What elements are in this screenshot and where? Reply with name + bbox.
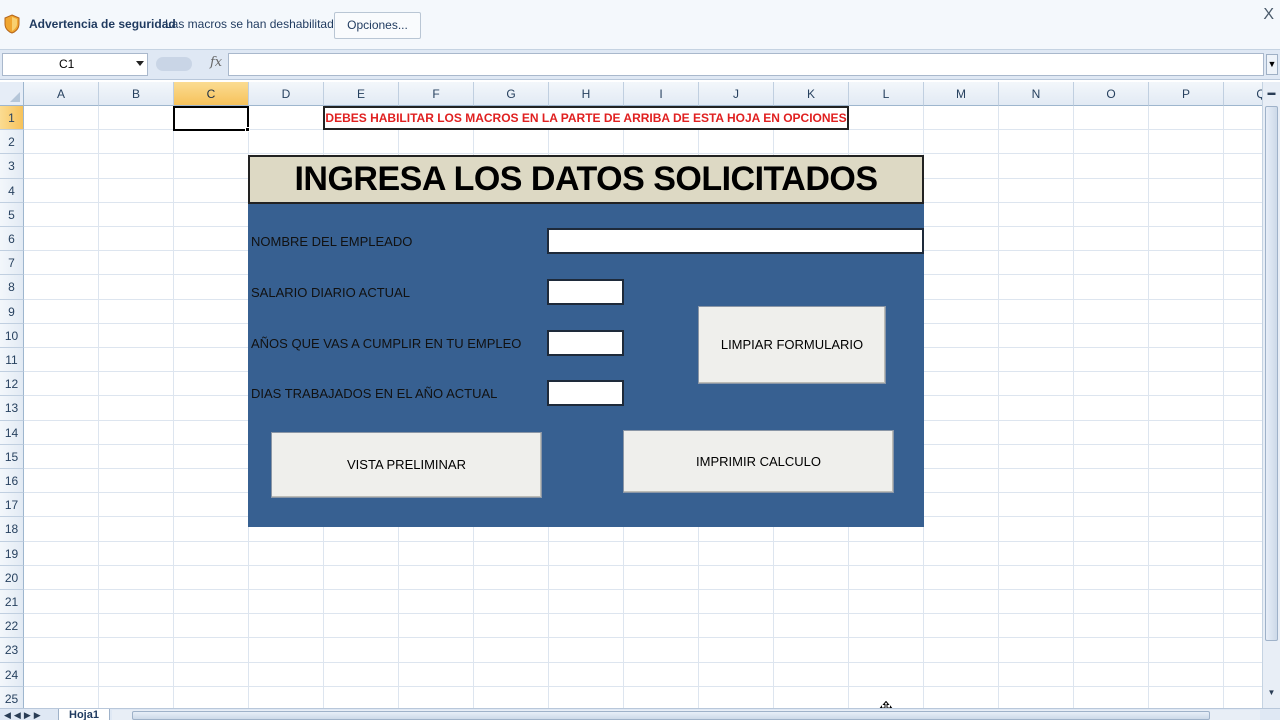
column-header-g[interactable]: G (474, 82, 549, 106)
column-header-l[interactable]: L (849, 82, 924, 106)
row-header-1[interactable]: 1 (0, 106, 24, 131)
row-header-15[interactable]: 15 (0, 444, 24, 469)
row-header-24[interactable]: 24 (0, 662, 24, 687)
column-header-f[interactable]: F (399, 82, 474, 106)
scroll-down-icon[interactable]: ▼ (1265, 686, 1278, 700)
formula-controls: fx (150, 53, 228, 76)
row-header-14[interactable]: 14 (0, 420, 24, 445)
row-header-18[interactable]: 18 (0, 517, 24, 542)
column-header-q[interactable]: Q (1224, 82, 1262, 106)
column-gridline (1223, 106, 1224, 710)
years-label: AÑOS QUE VAS A CUMPLIR EN TU EMPLEO (251, 336, 522, 351)
options-button[interactable]: Opciones... (334, 12, 421, 39)
shield-warning-icon (4, 14, 20, 34)
column-gridline (1073, 106, 1074, 710)
formula-bar: C1 fx ▼ (0, 50, 1280, 80)
row-header-5[interactable]: 5 (0, 202, 24, 227)
column-gridline (1148, 106, 1149, 710)
formula-input[interactable] (228, 53, 1264, 76)
row-gridline (24, 540, 1262, 542)
column-header-m[interactable]: M (924, 82, 999, 106)
close-icon[interactable]: X (1263, 6, 1274, 24)
days-worked-label: DIAS TRABAJADOS EN EL AÑO ACTUAL (251, 386, 498, 401)
row-header-12[interactable]: 12 (0, 372, 24, 397)
form-title: INGRESA LOS DATOS SOLICITADOS (248, 155, 924, 204)
row-header-8[interactable]: 8 (0, 275, 24, 300)
split-box-icon[interactable]: ▬ (1265, 86, 1278, 100)
row-header-22[interactable]: 22 (0, 614, 24, 639)
vertical-scroll-thumb[interactable] (1265, 106, 1278, 641)
daily-salary-label: SALARIO DIARIO ACTUAL (251, 285, 410, 300)
security-warning-title: Advertencia de seguridad (29, 17, 176, 31)
column-header-b[interactable]: B (99, 82, 174, 106)
employee-name-input[interactable] (547, 228, 924, 254)
row-gridline (24, 589, 1262, 590)
row-gridline (24, 613, 1262, 615)
sheet-tab-bar: ◀◀▶▶ Hoja1 (0, 708, 1280, 720)
column-gridline (173, 106, 174, 710)
macro-warning-text: DEBES HABILITAR LOS MACROS EN LA PARTE D… (323, 106, 849, 130)
row-header-10[interactable]: 10 (0, 323, 24, 348)
column-gridline (98, 106, 99, 710)
insert-function-icon[interactable]: fx (210, 55, 222, 70)
security-warning-bar: Advertencia de seguridad Las macros se h… (0, 0, 1280, 50)
column-header-c[interactable]: C (174, 82, 249, 106)
column-header-j[interactable]: J (699, 82, 774, 106)
chevron-down-icon[interactable] (136, 61, 144, 66)
form-panel: NOMBRE DEL EMPLEADO SALARIO DIARIO ACTUA… (248, 204, 924, 527)
horizontal-scrollbar[interactable] (112, 710, 1260, 720)
column-header-a[interactable]: A (24, 82, 99, 106)
fill-handle[interactable] (245, 127, 250, 132)
row-gridline (24, 661, 1262, 663)
preview-button[interactable]: VISTA PRELIMINAR (271, 432, 542, 498)
row-header-11[interactable]: 11 (0, 348, 24, 373)
column-header-e[interactable]: E (324, 82, 399, 106)
row-header-2[interactable]: 2 (0, 130, 24, 155)
daily-salary-input[interactable] (547, 279, 624, 305)
employee-name-label: NOMBRE DEL EMPLEADO (251, 234, 413, 249)
column-header-i[interactable]: I (624, 82, 699, 106)
column-header-p[interactable]: P (1149, 82, 1224, 106)
row-header-25[interactable]: 25 (0, 686, 24, 710)
row-header-23[interactable]: 23 (0, 638, 24, 663)
row-header-17[interactable]: 17 (0, 493, 24, 518)
security-warning-message: Las macros se han deshabilitado. (165, 17, 344, 31)
row-header-20[interactable]: 20 (0, 565, 24, 590)
name-box[interactable]: C1 (2, 53, 148, 76)
row-header-21[interactable]: 21 (0, 590, 24, 615)
row-header-3[interactable]: 3 (0, 154, 24, 179)
selected-cell-c1[interactable] (173, 106, 249, 131)
vertical-scrollbar[interactable]: ▬ ▼ (1262, 82, 1280, 710)
print-calculation-button[interactable]: IMPRIMIR CALCULO (623, 430, 894, 493)
row-gridline (24, 685, 1262, 687)
column-header-h[interactable]: H (549, 82, 624, 106)
column-header-o[interactable]: O (1074, 82, 1149, 106)
select-all-corner[interactable] (0, 82, 24, 106)
horizontal-scroll-thumb[interactable] (132, 711, 1210, 720)
row-header-7[interactable]: 7 (0, 251, 24, 276)
clear-form-button[interactable]: LIMPIAR FORMULARIO (698, 306, 886, 384)
row-header-6[interactable]: 6 (0, 227, 24, 252)
row-header-4[interactable]: 4 (0, 178, 24, 203)
days-worked-input[interactable] (547, 380, 624, 406)
row-header-13[interactable]: 13 (0, 396, 24, 421)
sheet-tab-hoja1[interactable]: Hoja1 (58, 709, 110, 720)
row-header-19[interactable]: 19 (0, 541, 24, 566)
column-header-n[interactable]: N (999, 82, 1074, 106)
tab-navigation-icons[interactable]: ◀◀▶▶ (4, 710, 44, 720)
row-header-16[interactable]: 16 (0, 469, 24, 494)
worksheet-grid[interactable]: A B C D E F G H I J K L M N O P Q 1 2 3 4 5 6 7 8 9 10 11 12 13 14 15 16… (0, 82, 1262, 710)
column-header-k[interactable]: K (774, 82, 849, 106)
row-header-9[interactable]: 9 (0, 299, 24, 324)
column-gridline (998, 106, 999, 710)
row-gridline (24, 564, 1262, 566)
formula-dots-icon (156, 57, 192, 71)
years-input[interactable] (547, 330, 624, 356)
column-header-d[interactable]: D (249, 82, 324, 106)
expand-formula-bar-icon[interactable]: ▼ (1266, 54, 1278, 75)
row-gridline (24, 637, 1262, 639)
